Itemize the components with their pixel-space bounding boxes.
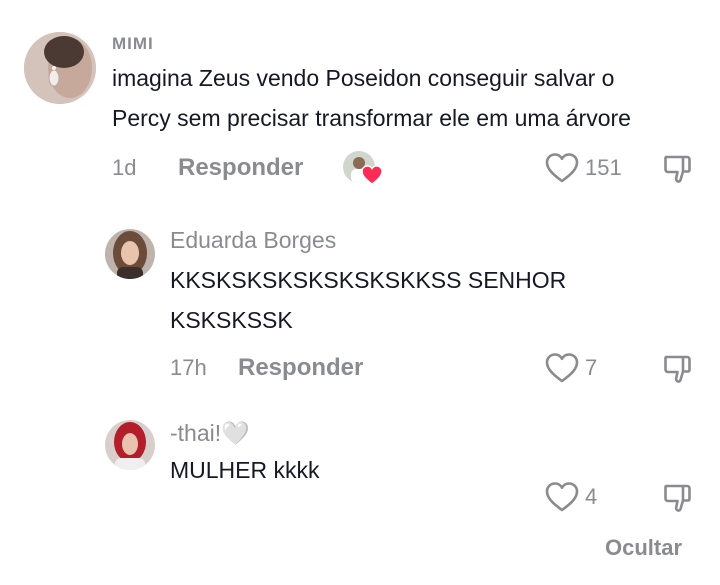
creator-liked-badge [343, 151, 383, 187]
comment-text: KKSKSKSKSKSKSKSKKSS SENHOR KSKSKSSK [170, 260, 566, 340]
like-count: 7 [585, 355, 598, 380]
reply-button[interactable]: Responder [238, 354, 363, 382]
comment-text-line: KKSKSKSKSKSKSKSKKSS SENHOR [170, 267, 567, 293]
comment-text-line: KSKSKSSK [170, 307, 293, 333]
like-button[interactable] [545, 152, 579, 184]
comment-text: imagina Zeus vendo Poseidon conseguir sa… [112, 58, 631, 138]
avatar[interactable] [105, 420, 155, 470]
dislike-button[interactable] [662, 353, 694, 385]
avatar[interactable] [105, 229, 155, 279]
heart-icon [361, 165, 383, 185]
like-button[interactable] [545, 481, 579, 513]
comment-text: MULHER kkkk [170, 450, 320, 490]
comment-text-line: Percy sem precisar transformar ele em um… [112, 105, 631, 131]
thumbs-down-icon [664, 484, 691, 512]
comment-username[interactable]: -thai!🤍 [170, 420, 250, 447]
thumbs-down-icon [664, 355, 691, 383]
comment-text-line: MULHER kkkk [170, 457, 320, 483]
heart-outline-icon [545, 153, 579, 183]
dislike-button[interactable] [662, 153, 694, 185]
hide-replies-button[interactable]: Ocultar [605, 535, 682, 561]
username-text: -thai! [170, 420, 222, 446]
comment-text-line: imagina Zeus vendo Poseidon conseguir sa… [112, 65, 615, 91]
comment-time: 1d [112, 155, 137, 180]
like-button[interactable] [545, 352, 579, 384]
heart-outline-icon [545, 353, 579, 383]
thumbs-down-icon [664, 155, 691, 183]
comment-time: 17h [170, 355, 207, 380]
heart-outline-icon [545, 482, 579, 512]
like-count: 4 [585, 484, 598, 509]
comment-username[interactable]: MIMI [112, 34, 154, 54]
dislike-button[interactable] [662, 482, 694, 514]
like-count: 151 [585, 155, 622, 180]
white-heart-emoji: 🤍 [221, 420, 250, 446]
reply-button[interactable]: Responder [178, 154, 303, 182]
avatar[interactable] [24, 32, 96, 104]
comment-username[interactable]: Eduarda Borges [170, 227, 336, 254]
